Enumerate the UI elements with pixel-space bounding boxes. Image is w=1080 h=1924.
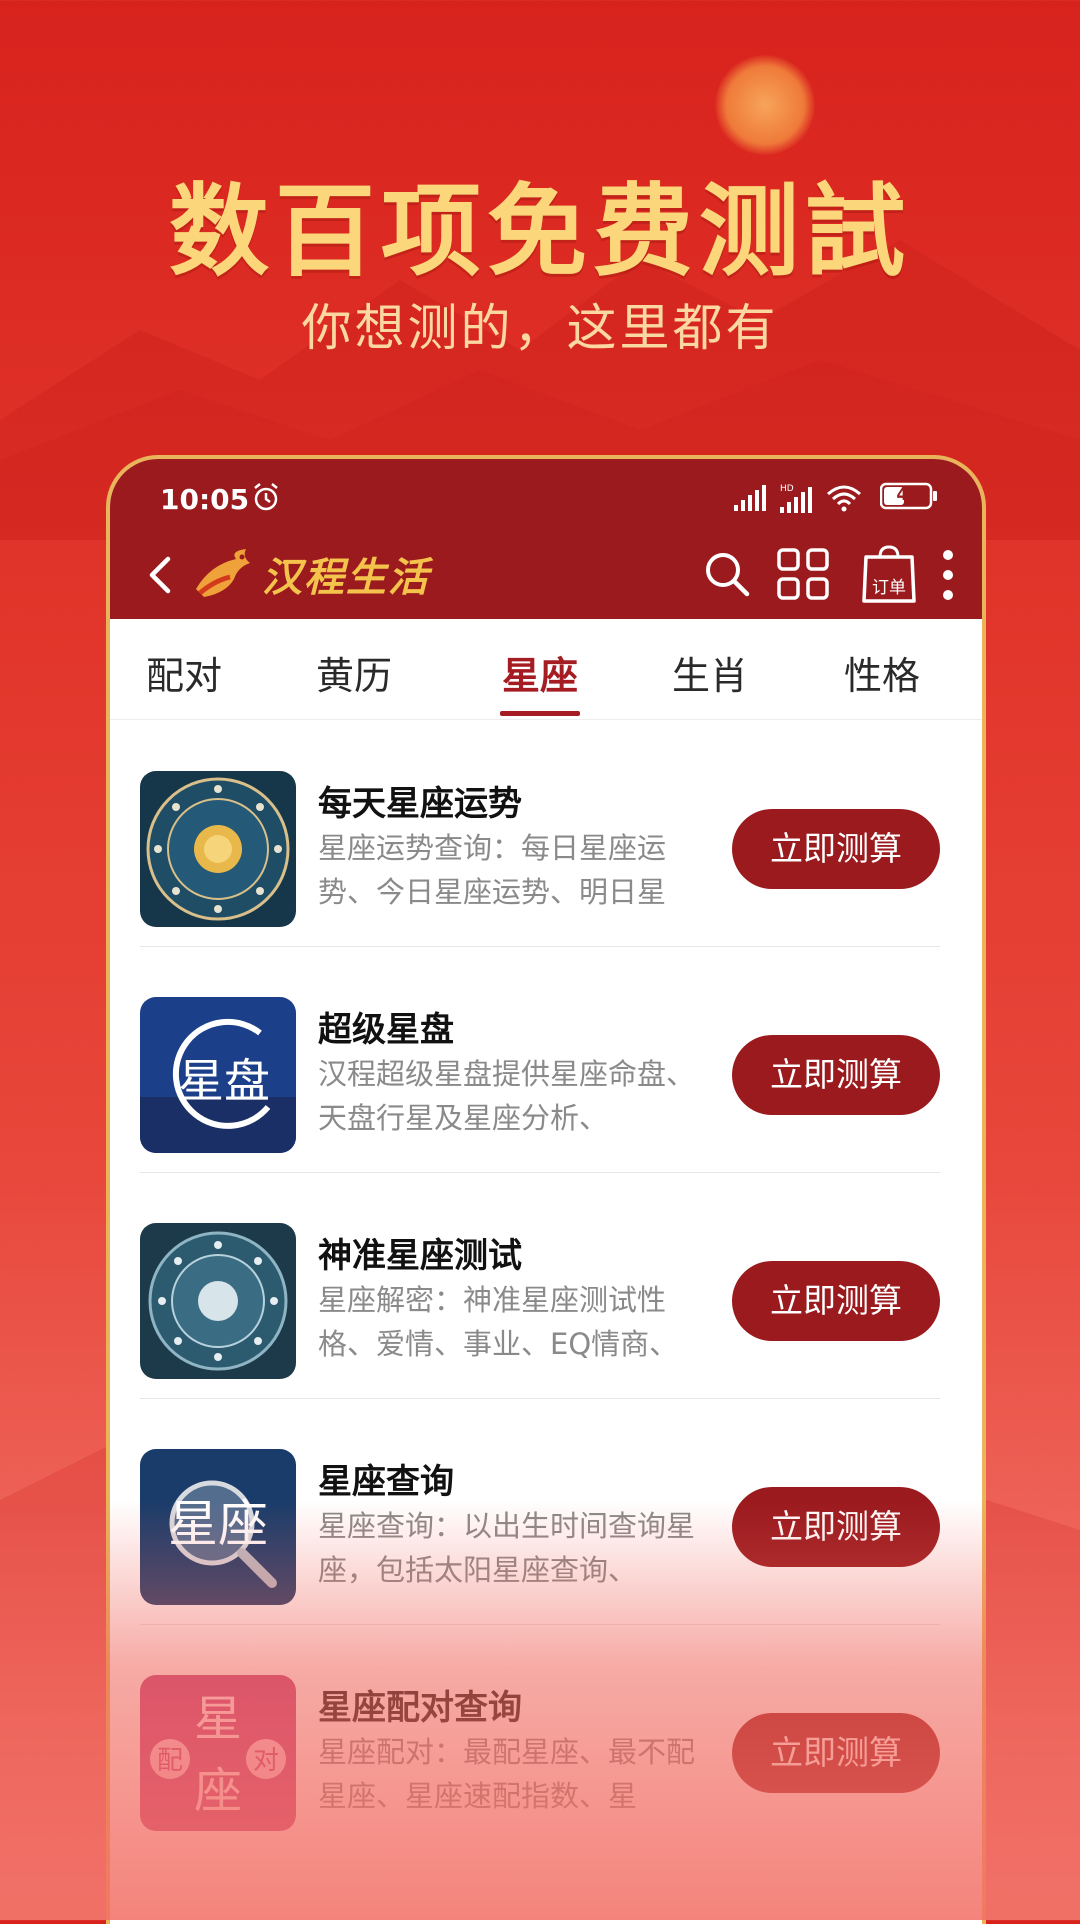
zodiac-wheel-icon bbox=[140, 771, 296, 927]
app-bar: 汉程生活 订单 bbox=[110, 531, 982, 619]
item-title: 神准星座测试 bbox=[318, 1236, 522, 1276]
item-description: 星座运势查询：每日星座运势、今日星座运势、明日星 bbox=[318, 831, 667, 909]
alarm-icon bbox=[254, 483, 278, 511]
more-icon[interactable] bbox=[938, 547, 958, 603]
sun-decoration bbox=[715, 55, 815, 155]
tab-zodiac[interactable]: 星座 bbox=[502, 645, 578, 700]
pairing-label-right: 对 bbox=[253, 1746, 279, 1776]
item-title: 每天星座运势 bbox=[318, 784, 522, 824]
calculate-button[interactable]: 立即测算 bbox=[732, 1035, 940, 1115]
zodiac-test-icon bbox=[140, 1223, 296, 1379]
order-label: 订单 bbox=[872, 578, 906, 598]
status-bar: 10:05 HD 41 bbox=[110, 459, 982, 531]
calculate-button[interactable]: 立即测算 bbox=[732, 1261, 940, 1341]
tab-pairing[interactable]: 配对 bbox=[146, 645, 222, 700]
back-icon[interactable] bbox=[140, 553, 180, 597]
hero-title: 数百项免费测試 bbox=[169, 172, 911, 290]
item-description: 星座配对：最配星座、最不配星座、星座速配指数、星 bbox=[318, 1735, 696, 1813]
tab-chinese-zodiac[interactable]: 生肖 bbox=[672, 645, 748, 700]
horse-logo-icon bbox=[196, 549, 250, 597]
item-title: 星座配对查询 bbox=[318, 1688, 522, 1728]
search-icon[interactable] bbox=[702, 549, 752, 599]
app-header: 10:05 HD 41 汉程生活 订单 bbox=[110, 459, 982, 619]
battery-level: 41 bbox=[896, 485, 920, 505]
zodiac-pairing-icon: 星 座 配 对 bbox=[140, 1675, 296, 1831]
list-item[interactable]: 神准星座测试 星座解密：神准星座测试性格、爱情、事业、EQ情商、 立即测算 bbox=[140, 1173, 940, 1399]
svg-text:HD: HD bbox=[780, 484, 794, 494]
status-icons: HD bbox=[734, 483, 862, 513]
phone-frame: 10:05 HD 41 汉程生活 订单 配对 黄历 星座 生肖 性格 每天星座运… bbox=[106, 455, 986, 1924]
zodiac-query-label: 星座 bbox=[168, 1495, 268, 1553]
pairing-label-left: 配 bbox=[157, 1746, 183, 1776]
item-description: 星座解密：神准星座测试性格、爱情、事业、EQ情商、 bbox=[318, 1283, 679, 1361]
grid-icon[interactable] bbox=[776, 547, 830, 601]
star-chart-icon: 星盘 bbox=[140, 997, 296, 1153]
item-title: 星座查询 bbox=[318, 1462, 454, 1502]
item-title: 超级星盘 bbox=[318, 1010, 454, 1050]
item-description: 汉程超级星盘提供星座命盘、天盘行星及星座分析、 bbox=[318, 1057, 696, 1135]
pairing-label-top: 星 bbox=[194, 1691, 242, 1747]
list-item[interactable]: 每天星座运势 星座运势查询：每日星座运势、今日星座运势、明日星 立即测算 bbox=[140, 721, 940, 947]
hero-subtitle: 你想测的，这里都有 bbox=[301, 299, 779, 357]
wifi-icon bbox=[827, 485, 861, 512]
tab-personality[interactable]: 性格 bbox=[844, 645, 920, 700]
hd-signal-icon: HD bbox=[780, 484, 812, 513]
category-tabs: 配对 黄历 星座 生肖 性格 bbox=[110, 619, 982, 720]
active-tab-indicator bbox=[500, 711, 580, 716]
list-item[interactable]: 星盘 超级星盘 汉程超级星盘提供星座命盘、天盘行星及星座分析、 立即测算 bbox=[140, 947, 940, 1173]
star-chart-label: 星盘 bbox=[178, 1054, 270, 1108]
list-item[interactable]: 星 座 配 对 星座配对查询 星座配对：最配星座、最不配星座、星座速配指数、星 … bbox=[140, 1625, 940, 1851]
calculate-button[interactable]: 立即测算 bbox=[732, 809, 940, 889]
tab-almanac[interactable]: 黄历 bbox=[316, 645, 392, 700]
calculate-button[interactable]: 立即测算 bbox=[732, 1713, 940, 1793]
calculate-button[interactable]: 立即测算 bbox=[732, 1487, 940, 1567]
list-item[interactable]: 星座 星座查询 星座查询：以出生时间查询星座，包括太阳星座查询、 立即测算 bbox=[140, 1399, 940, 1625]
item-description: 星座查询：以出生时间查询星座，包括太阳星座查询、 bbox=[318, 1509, 696, 1587]
pairing-label-bottom: 座 bbox=[194, 1763, 242, 1819]
status-time: 10:05 bbox=[160, 483, 250, 516]
signal-icon bbox=[734, 485, 766, 511]
zodiac-query-icon: 星座 bbox=[140, 1449, 296, 1605]
app-logo-text: 汉程生活 bbox=[262, 555, 430, 601]
